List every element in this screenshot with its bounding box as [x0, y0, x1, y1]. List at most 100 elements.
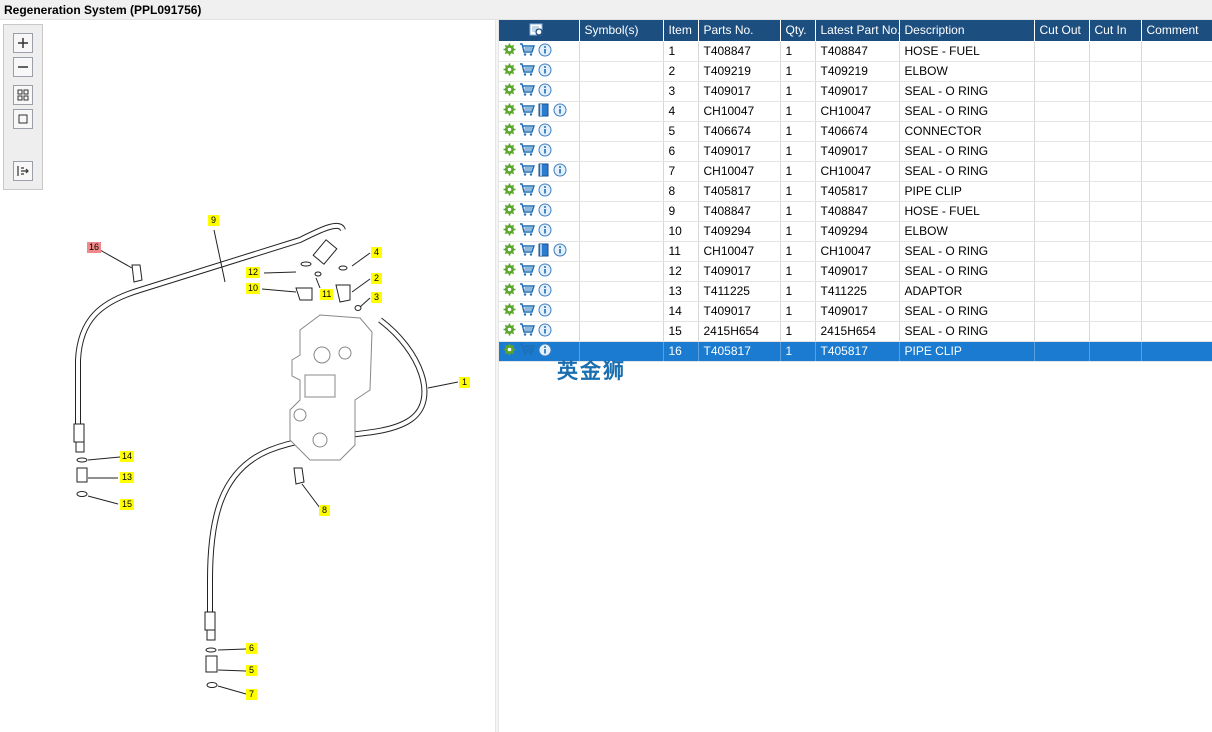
column-header-cut-in[interactable]: Cut In	[1089, 20, 1142, 42]
gear-icon[interactable]	[503, 143, 516, 159]
cart-icon[interactable]	[519, 343, 535, 359]
search-list-icon[interactable]	[529, 23, 545, 38]
table-row[interactable]: 11 CH10047 1 CH10047 SEAL - O RING	[499, 241, 1212, 262]
info-icon[interactable]	[538, 343, 552, 360]
column-header-tools[interactable]	[499, 20, 580, 42]
gear-icon[interactable]	[503, 343, 516, 359]
gear-icon[interactable]	[503, 263, 516, 279]
column-header-parts-no[interactable]: Parts No.	[698, 20, 781, 42]
cart-icon[interactable]	[519, 163, 535, 179]
callout-13[interactable]: 13	[120, 472, 135, 483]
cart-icon[interactable]	[519, 43, 535, 59]
info-icon[interactable]	[538, 63, 552, 80]
callout-14[interactable]: 14	[120, 451, 135, 462]
document-icon[interactable]	[538, 163, 550, 180]
cart-icon[interactable]	[519, 183, 535, 199]
cart-icon[interactable]	[519, 203, 535, 219]
cart-icon[interactable]	[519, 83, 535, 99]
callout-11[interactable]: 11	[320, 289, 334, 300]
column-header-item[interactable]: Item	[663, 20, 699, 42]
gear-icon[interactable]	[503, 83, 516, 99]
callout-2[interactable]: 2	[371, 273, 382, 284]
table-row[interactable]: 7 CH10047 1 CH10047 SEAL - O RING	[499, 161, 1212, 182]
gear-icon[interactable]	[503, 163, 516, 179]
column-header-symbols[interactable]: Symbol(s)	[579, 20, 664, 42]
callout-9[interactable]: 9	[208, 215, 219, 226]
table-row[interactable]: 10 T409294 1 T409294 ELBOW	[499, 221, 1212, 242]
callout-3[interactable]: 3	[371, 292, 382, 303]
info-icon[interactable]	[538, 143, 552, 160]
info-icon[interactable]	[538, 83, 552, 100]
callout-4[interactable]: 4	[371, 247, 382, 258]
table-row[interactable]: 15 2415H654 1 2415H654 SEAL - O RING	[499, 321, 1212, 342]
info-icon[interactable]	[538, 223, 552, 240]
info-icon[interactable]	[553, 103, 567, 120]
cart-icon[interactable]	[519, 283, 535, 299]
cart-icon[interactable]	[519, 143, 535, 159]
info-icon[interactable]	[553, 243, 567, 260]
table-row[interactable]: 4 CH10047 1 CH10047 SEAL - O RING	[499, 101, 1212, 122]
gear-icon[interactable]	[503, 203, 516, 219]
cart-icon[interactable]	[519, 323, 535, 339]
table-row[interactable]: 12 T409017 1 T409017 SEAL - O RING	[499, 261, 1212, 282]
fit-window-icon[interactable]	[13, 109, 33, 129]
info-icon[interactable]	[538, 283, 552, 300]
table-row[interactable]: 2 T409219 1 T409219 ELBOW	[499, 61, 1212, 82]
column-header-description[interactable]: Description	[899, 20, 1035, 42]
callout-16[interactable]: 16	[87, 242, 102, 253]
item-cell: 10	[663, 221, 699, 242]
table-row[interactable]: 9 T408847 1 T408847 HOSE - FUEL	[499, 201, 1212, 222]
info-icon[interactable]	[538, 183, 552, 200]
table-row[interactable]: 5 T406674 1 T406674 CONNECTOR	[499, 121, 1212, 142]
info-icon[interactable]	[538, 203, 552, 220]
table-row[interactable]: 8 T405817 1 T405817 PIPE CLIP	[499, 181, 1212, 202]
table-row[interactable]: 13 T411225 1 T411225 ADAPTOR	[499, 281, 1212, 302]
callout-8[interactable]: 8	[319, 505, 330, 516]
cart-icon[interactable]	[519, 123, 535, 139]
callout-7[interactable]: 7	[246, 689, 257, 700]
callout-10[interactable]: 10	[246, 283, 261, 294]
table-row[interactable]: 6 T409017 1 T409017 SEAL - O RING	[499, 141, 1212, 162]
gear-icon[interactable]	[503, 303, 516, 319]
table-row[interactable]: 1 T408847 1 T408847 HOSE - FUEL	[499, 41, 1212, 62]
zoom-in-icon[interactable]	[13, 33, 33, 53]
cart-icon[interactable]	[519, 63, 535, 79]
column-header-cut-out[interactable]: Cut Out	[1034, 20, 1090, 42]
panel-toggle-icon[interactable]	[13, 161, 33, 181]
gear-icon[interactable]	[503, 123, 516, 139]
callout-15[interactable]: 15	[120, 499, 135, 510]
info-icon[interactable]	[538, 123, 552, 140]
zoom-out-icon[interactable]	[13, 57, 33, 77]
column-header-latest-part-no[interactable]: Latest Part No.	[815, 20, 900, 42]
gear-icon[interactable]	[503, 43, 516, 59]
document-icon[interactable]	[538, 243, 550, 260]
info-icon[interactable]	[538, 303, 552, 320]
document-icon[interactable]	[538, 103, 550, 120]
cart-icon[interactable]	[519, 303, 535, 319]
gear-icon[interactable]	[503, 223, 516, 239]
column-header-qty[interactable]: Qty.	[780, 20, 816, 42]
gear-icon[interactable]	[503, 283, 516, 299]
info-icon[interactable]	[553, 163, 567, 180]
callout-1[interactable]: 1	[459, 377, 470, 388]
gear-icon[interactable]	[503, 63, 516, 79]
cart-icon[interactable]	[519, 223, 535, 239]
table-row[interactable]: 3 T409017 1 T409017 SEAL - O RING	[499, 81, 1212, 102]
diagram-pane[interactable]: 9 16 12 4 2 10 11 3 1 14 13 15 8 6 5 7	[0, 20, 495, 732]
callout-6[interactable]: 6	[246, 643, 257, 654]
info-icon[interactable]	[538, 263, 552, 280]
cart-icon[interactable]	[519, 243, 535, 259]
gear-icon[interactable]	[503, 103, 516, 119]
gear-icon[interactable]	[503, 183, 516, 199]
callout-12[interactable]: 12	[246, 267, 261, 278]
gear-icon[interactable]	[503, 243, 516, 259]
fit-all-icon[interactable]	[13, 85, 33, 105]
info-icon[interactable]	[538, 43, 552, 60]
cart-icon[interactable]	[519, 263, 535, 279]
gear-icon[interactable]	[503, 323, 516, 339]
info-icon[interactable]	[538, 323, 552, 340]
callout-5[interactable]: 5	[246, 665, 257, 676]
cart-icon[interactable]	[519, 103, 535, 119]
column-header-comment[interactable]: Comment	[1141, 20, 1212, 42]
table-row[interactable]: 14 T409017 1 T409017 SEAL - O RING	[499, 301, 1212, 322]
